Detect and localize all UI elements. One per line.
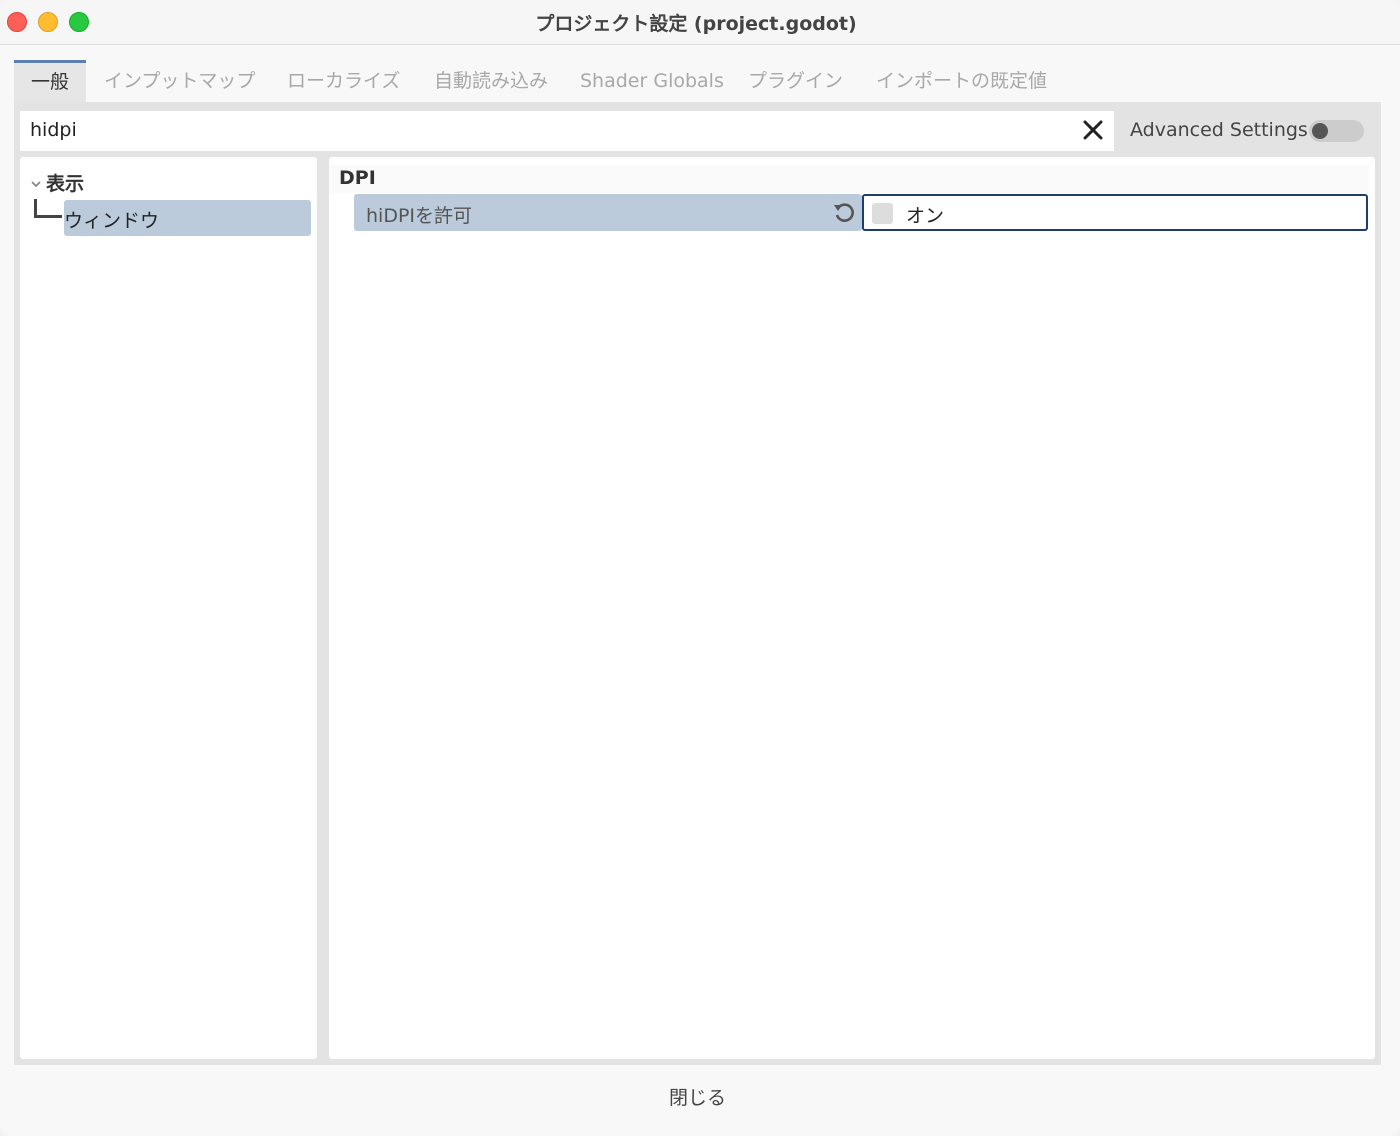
tab-shader-globals[interactable]: Shader Globals: [580, 60, 724, 102]
search-input-value: hidpi: [30, 119, 77, 141]
tab-general[interactable]: 一般: [14, 60, 86, 102]
tree-item-label: ウィンドウ: [64, 210, 160, 232]
property-row-allow-hidpi[interactable]: hiDPIを許可: [354, 194, 862, 231]
tab-input-map[interactable]: インプットマップ: [104, 60, 255, 102]
section-title: DPI: [339, 167, 376, 189]
tree-root-display[interactable]: 表示: [46, 169, 84, 196]
property-inspector: DPI hiDPIを許可 オン: [329, 157, 1375, 1059]
tree-connector-line: [34, 199, 62, 218]
tree-item-window[interactable]: ウィンドウ: [64, 200, 311, 236]
tab-autoload[interactable]: 自動読み込み: [434, 60, 548, 102]
revert-icon[interactable]: [831, 200, 857, 226]
close-button[interactable]: 閉じる: [640, 1078, 755, 1118]
section-header: DPI: [329, 165, 1369, 193]
tab-plugins[interactable]: プラグイン: [748, 60, 843, 102]
toggle-knob: [1312, 123, 1328, 139]
property-label: hiDPIを許可: [366, 205, 473, 227]
project-settings-window: プロジェクト設定 (project.godot) 一般 インプットマップ ローカ…: [0, 0, 1400, 1136]
advanced-settings-toggle[interactable]: [1309, 120, 1364, 142]
tab-import-defaults[interactable]: インポートの既定値: [876, 60, 1047, 102]
chevron-down-icon[interactable]: [30, 175, 42, 188]
checkbox-label: オン: [906, 205, 945, 227]
title-bar: プロジェクト設定 (project.godot): [0, 0, 1400, 45]
close-icon[interactable]: [1080, 117, 1106, 143]
section-tree: 表示 ウィンドウ: [20, 157, 317, 1059]
advanced-settings-label: Advanced Settings: [1130, 119, 1308, 141]
tab-localization[interactable]: ローカライズ: [287, 60, 400, 102]
window-title: プロジェクト設定 (project.godot): [535, 13, 857, 35]
checkbox[interactable]: [872, 203, 893, 224]
tab-bar: 一般 インプットマップ ローカライズ 自動読み込み Shader Globals…: [14, 60, 1381, 102]
property-checkbox-editor[interactable]: オン: [862, 194, 1368, 231]
search-input[interactable]: hidpi: [20, 111, 1114, 151]
